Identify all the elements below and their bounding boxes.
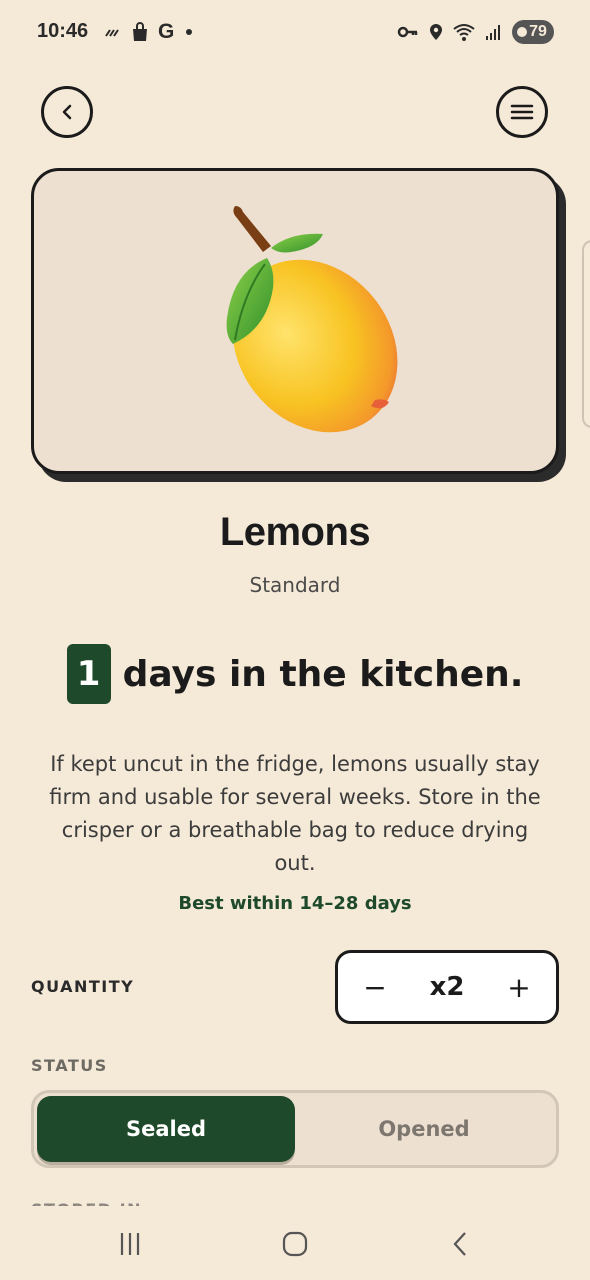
back-arrow-icon xyxy=(453,1232,466,1256)
screen: 10:46 G 79 Lemons Standard 1 days in the… xyxy=(0,0,590,1280)
wifi-icon xyxy=(453,24,475,41)
days-label: days in the kitchen. xyxy=(122,653,524,695)
days-summary: 1 days in the kitchen. xyxy=(0,644,590,704)
battery-level: 79 xyxy=(529,23,547,40)
system-back-button[interactable] xyxy=(440,1228,480,1260)
lemon-icon xyxy=(226,206,398,433)
key-icon xyxy=(397,26,418,38)
chevron-left-icon xyxy=(62,104,72,120)
back-button[interactable] xyxy=(41,86,93,138)
recent-apps-icon xyxy=(120,1233,140,1255)
best-within-range: Best within 14–28 days xyxy=(178,893,412,914)
status-time: 10:46 xyxy=(37,20,89,42)
quantity-stepper: − x2 + xyxy=(335,950,559,1024)
storage-description: If kept uncut in the fridge, lemons usua… xyxy=(49,752,541,875)
more-notifications-icon xyxy=(186,29,193,35)
menu-button[interactable] xyxy=(496,86,548,138)
quantity-value: x2 xyxy=(429,972,465,1002)
status-toggle: Sealed Opened xyxy=(31,1090,559,1168)
status-label: STATUS xyxy=(31,1056,108,1075)
status-option-opened[interactable]: Opened xyxy=(295,1096,553,1162)
notification-icons: G xyxy=(104,20,193,44)
decrement-button[interactable]: − xyxy=(360,971,390,1004)
recent-apps-button[interactable] xyxy=(110,1228,150,1260)
days-count-badge: 1 xyxy=(66,644,111,704)
location-icon xyxy=(430,24,442,40)
system-navigation-bar xyxy=(0,1206,590,1280)
battery-saver-icon xyxy=(517,27,528,37)
side-panel-handle[interactable] xyxy=(582,240,590,428)
battery-indicator: 79 xyxy=(512,20,554,44)
status-option-sealed[interactable]: Sealed xyxy=(37,1096,295,1162)
product-title: Lemons xyxy=(219,510,371,554)
hero-card xyxy=(31,168,559,474)
increment-button[interactable]: + xyxy=(504,971,534,1004)
system-icons: 79 xyxy=(396,20,554,44)
signal-icon xyxy=(486,25,500,40)
google-icon: G xyxy=(158,20,175,43)
quantity-label: QUANTITY xyxy=(31,977,135,996)
home-icon xyxy=(282,1231,308,1257)
sync-icon xyxy=(105,29,119,37)
hamburger-menu-icon xyxy=(510,104,534,120)
home-button[interactable] xyxy=(275,1228,315,1260)
product-variant: Standard xyxy=(249,573,341,597)
status-bar: 10:46 G 79 xyxy=(0,0,590,64)
shopping-bag-icon xyxy=(133,22,147,41)
